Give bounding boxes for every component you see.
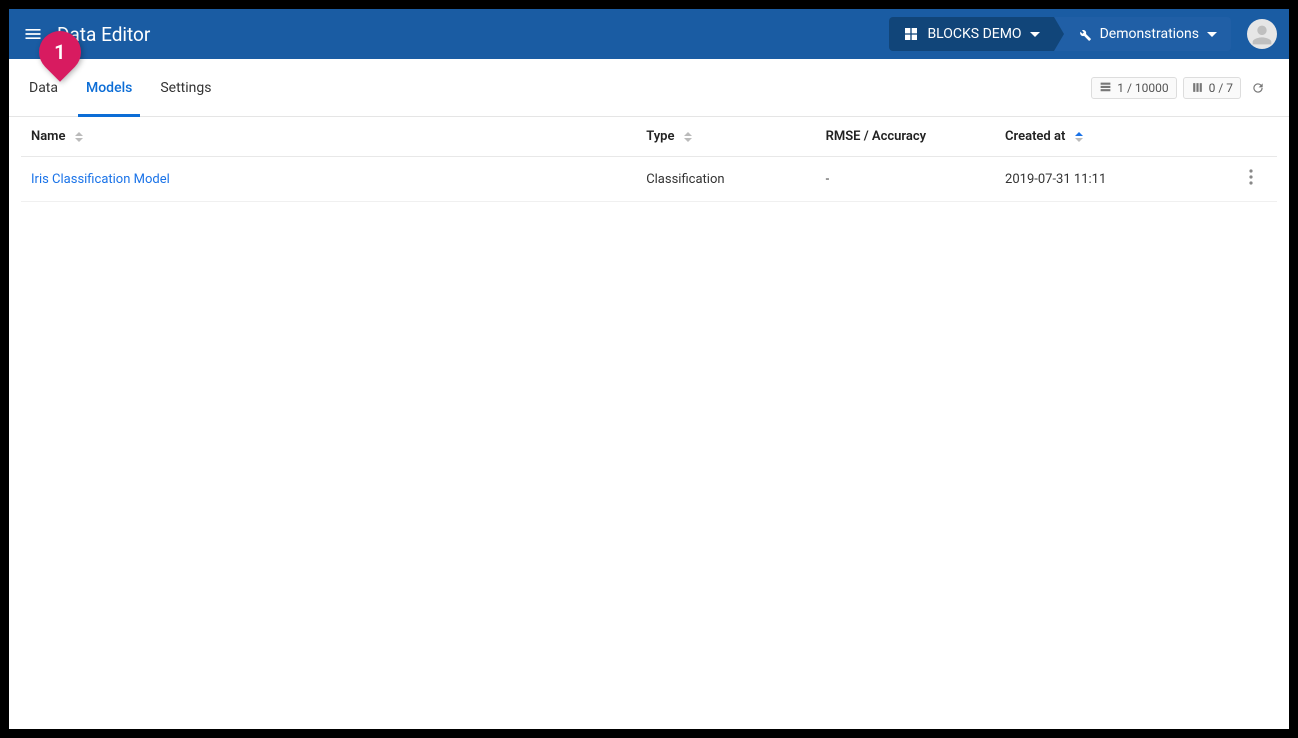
models-table: Name Type RMSE / Accuracy Created at xyxy=(21,117,1277,202)
tab-label: Data xyxy=(29,80,58,96)
sort-icon xyxy=(1075,132,1083,142)
table-icon xyxy=(1099,81,1112,94)
project-icon xyxy=(903,26,919,42)
wrench-icon xyxy=(1076,26,1092,42)
columns-icon xyxy=(1191,81,1204,94)
sub-bar: Data Models Settings 1 / 10000 0 / 7 xyxy=(9,59,1289,117)
cell-created: 2019-07-31 11:11 xyxy=(995,157,1226,202)
breadcrumb: BLOCKS DEMO Demonstrations xyxy=(889,17,1231,51)
cell-rmse: - xyxy=(816,157,995,202)
status-group: 1 / 10000 0 / 7 xyxy=(1091,77,1269,99)
models-table-wrap: Name Type RMSE / Accuracy Created at xyxy=(9,117,1289,202)
breadcrumb-project-label: BLOCKS DEMO xyxy=(927,26,1021,42)
tab-label: Settings xyxy=(160,80,211,96)
col-header-label: Type xyxy=(646,129,674,144)
breadcrumb-section[interactable]: Demonstrations xyxy=(1054,17,1231,51)
col-header-rmse[interactable]: RMSE / Accuracy xyxy=(816,117,995,157)
cols-chip-label: 0 / 7 xyxy=(1209,81,1233,95)
col-header-actions xyxy=(1226,117,1277,157)
more-vert-icon xyxy=(1249,169,1253,185)
cell-type: Classification xyxy=(636,157,815,202)
breadcrumb-section-label: Demonstrations xyxy=(1100,26,1199,42)
row-actions-button[interactable] xyxy=(1226,157,1277,202)
col-header-name[interactable]: Name xyxy=(21,117,636,157)
tab-label: Models xyxy=(86,80,132,96)
caret-down-icon xyxy=(1030,32,1040,37)
cell-name: Iris Classification Model xyxy=(21,157,636,202)
col-header-label: Created at xyxy=(1005,129,1065,144)
rows-chip-label: 1 / 10000 xyxy=(1117,81,1168,95)
rows-chip[interactable]: 1 / 10000 xyxy=(1091,77,1176,99)
caret-down-icon xyxy=(1207,32,1217,37)
cols-chip[interactable]: 0 / 7 xyxy=(1183,77,1241,99)
sort-icon xyxy=(75,132,83,142)
sort-icon xyxy=(684,132,692,142)
refresh-button[interactable] xyxy=(1247,77,1269,99)
breadcrumb-project[interactable]: BLOCKS DEMO xyxy=(889,17,1053,51)
app-frame: Data Editor BLOCKS DEMO Demonstrations 1… xyxy=(9,9,1289,729)
user-icon xyxy=(1248,21,1276,49)
refresh-icon xyxy=(1251,81,1265,95)
col-header-type[interactable]: Type xyxy=(636,117,815,157)
col-header-label: RMSE / Accuracy xyxy=(826,129,926,144)
model-link[interactable]: Iris Classification Model xyxy=(31,172,170,187)
tab-models[interactable]: Models xyxy=(86,59,132,116)
col-header-created[interactable]: Created at xyxy=(995,117,1226,157)
table-header-row: Name Type RMSE / Accuracy Created at xyxy=(21,117,1277,157)
avatar[interactable] xyxy=(1247,19,1277,49)
col-header-label: Name xyxy=(31,129,65,144)
tab-settings[interactable]: Settings xyxy=(160,59,211,116)
header-bar: Data Editor BLOCKS DEMO Demonstrations xyxy=(9,9,1289,59)
table-row: Iris Classification Model Classification… xyxy=(21,157,1277,202)
annotation-marker-label: 1 xyxy=(54,40,65,64)
